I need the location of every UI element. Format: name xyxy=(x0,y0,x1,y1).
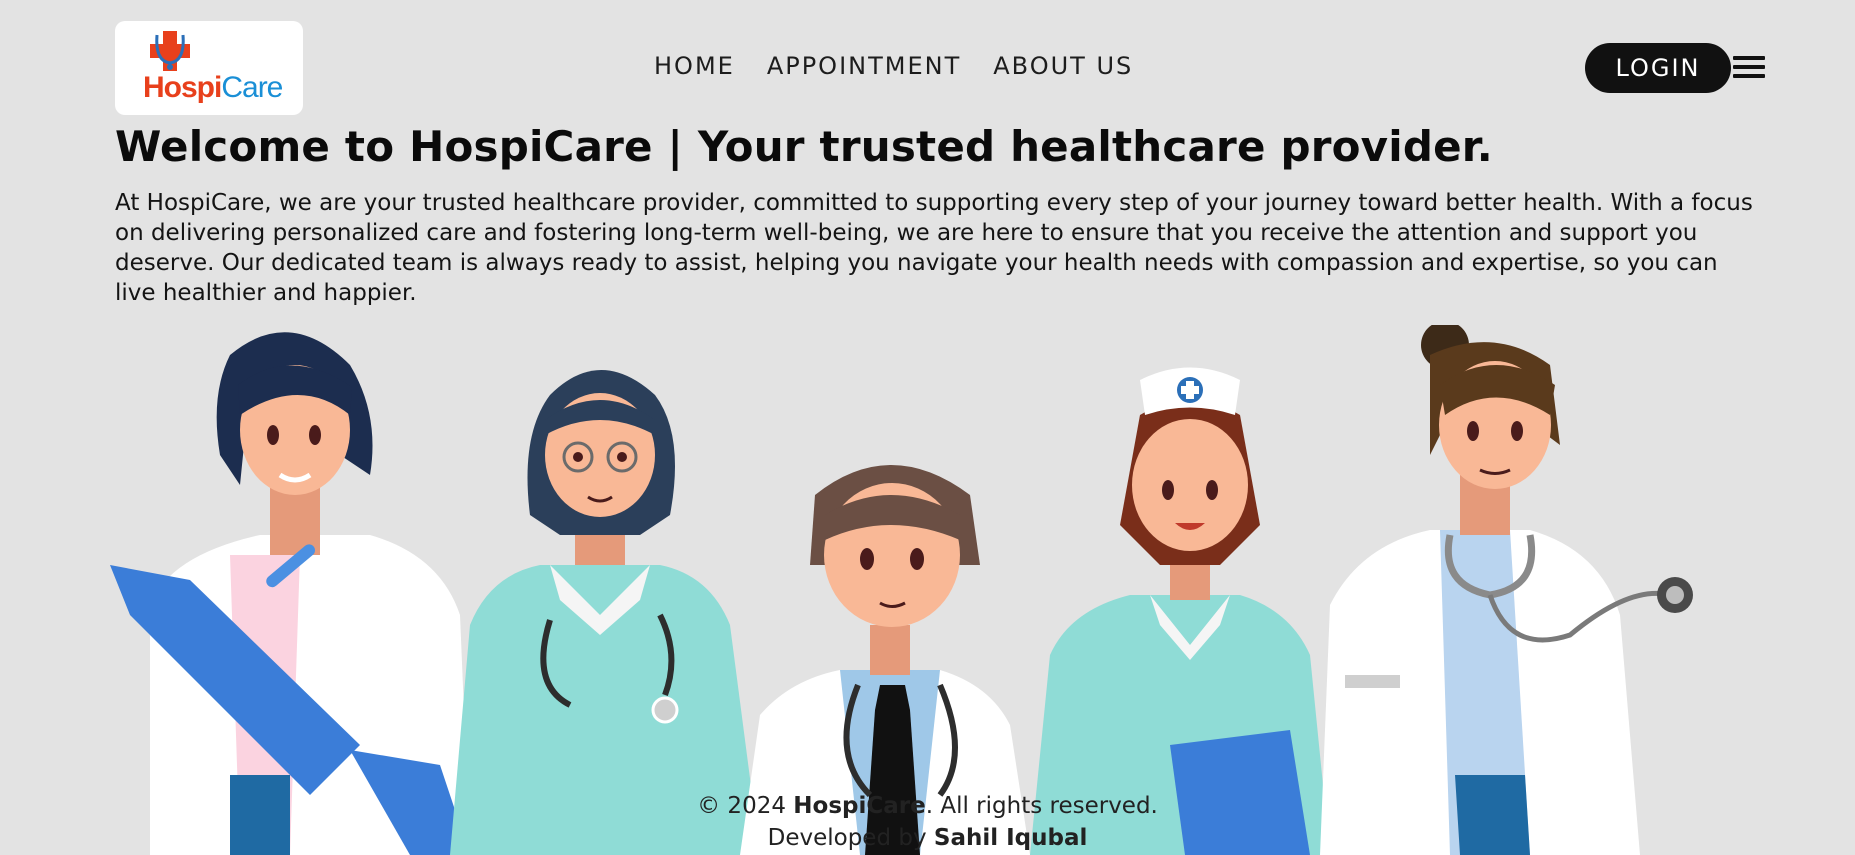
doctor-woman-stethoscope-figure xyxy=(1320,325,1693,855)
doctor-woman-glasses-figure xyxy=(450,370,760,855)
login-button[interactable]: LOGIN xyxy=(1585,43,1731,93)
doctor-woman-clipboard-figure xyxy=(110,332,470,855)
copyright-prefix: © 2024 xyxy=(697,793,794,819)
site-footer: © 2024 HospiCare. All rights reserved. D… xyxy=(0,790,1855,854)
nav-about-us[interactable]: ABOUT US xyxy=(993,52,1133,80)
developer-prefix: Developed by xyxy=(767,825,934,851)
nav-appointment[interactable]: APPOINTMENT xyxy=(767,52,961,80)
nurse-woman-cap-figure xyxy=(1030,367,1330,855)
hero-description: At HospiCare, we are your trusted health… xyxy=(115,190,1753,306)
main-nav: HOME APPOINTMENT ABOUT US xyxy=(654,52,1133,80)
hamburger-menu-icon[interactable] xyxy=(1733,56,1765,78)
copyright-suffix: . All rights reserved. xyxy=(925,793,1158,819)
medical-team-illustration xyxy=(110,325,1693,855)
logo-text-care: Care xyxy=(221,71,283,104)
logo-text: HospiCare xyxy=(143,71,283,105)
developer-line: Developed by Sahil Iqubal xyxy=(0,822,1855,854)
copyright-line: © 2024 HospiCare. All rights reserved. xyxy=(0,790,1855,822)
logo-text-hospi: Hospi xyxy=(143,71,222,104)
developer-name: Sahil Iqubal xyxy=(933,825,1088,851)
nav-home[interactable]: HOME xyxy=(654,52,735,80)
page-title: Welcome to HospiCare | Your trusted heal… xyxy=(115,122,1493,171)
logo[interactable]: HospiCare xyxy=(115,21,303,115)
copyright-brand: HospiCare xyxy=(793,793,926,819)
